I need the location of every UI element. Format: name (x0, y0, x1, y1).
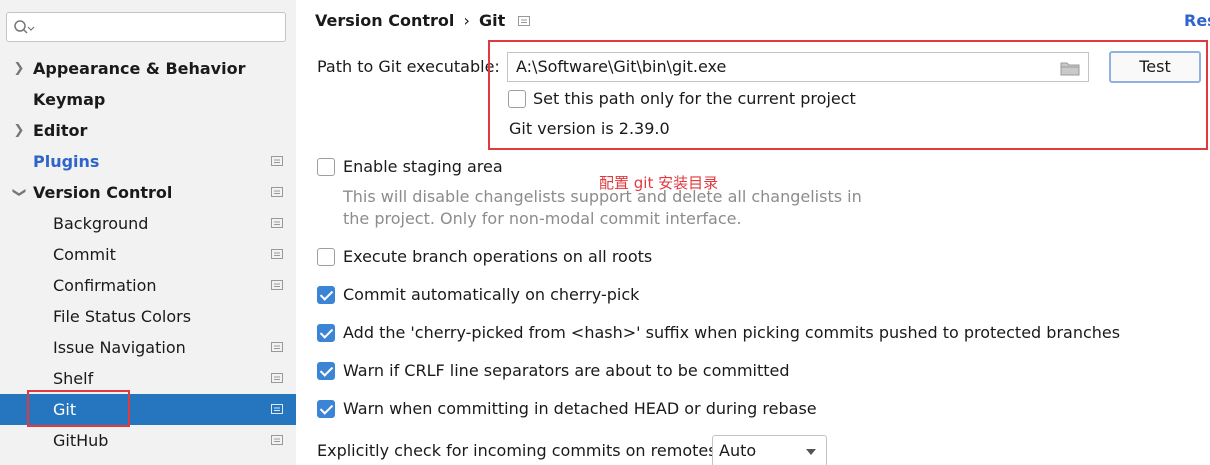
breadcrumb: Version Control › Git (315, 8, 531, 34)
sidebar-item-label: Issue Navigation (53, 338, 186, 357)
project-settings-icon (271, 249, 283, 259)
sidebar-item-label: Plugins (33, 152, 100, 171)
sidebar-item-label: Background (53, 214, 149, 233)
sidebar-item-label: File Status Colors (53, 307, 192, 326)
detached-head-checkbox[interactable] (317, 400, 335, 418)
branch-ops-checkbox[interactable] (317, 248, 335, 266)
breadcrumb-current: Git (478, 11, 506, 30)
sidebar-item-editor[interactable]: ❯ Editor (0, 115, 296, 146)
project-settings-icon (271, 342, 283, 352)
crlf-warning-label: Warn if CRLF line separators are about t… (343, 361, 790, 380)
chevron-down-icon (806, 449, 816, 455)
crlf-warning-checkbox[interactable] (317, 362, 335, 380)
project-settings-icon (271, 373, 283, 383)
search-input[interactable] (6, 12, 286, 42)
sidebar-item-github[interactable]: GitHub (0, 425, 296, 456)
cherry-commit-checkbox[interactable] (317, 286, 335, 304)
breadcrumb-separator: › (463, 11, 470, 30)
project-settings-icon (271, 187, 283, 197)
cherry-suffix-checkbox[interactable] (317, 324, 335, 342)
breadcrumb-parent[interactable]: Version Control (315, 11, 454, 30)
sidebar-item-label: GitHub (53, 431, 109, 450)
project-settings-icon (271, 280, 283, 290)
incoming-commits-label: Explicitly check for incoming commits on… (317, 441, 722, 460)
project-settings-icon (271, 404, 283, 414)
sidebar-item-label: Version Control (33, 183, 173, 202)
staging-area-description: the project. Only for non-modal commit i… (343, 209, 742, 228)
sidebar-item-plugins[interactable]: Plugins (0, 146, 296, 177)
annotation-note: 配置 git 安装目录 (599, 174, 719, 192)
path-label: Path to Git executable: (317, 57, 500, 76)
project-settings-icon (271, 218, 283, 228)
sidebar-item-background[interactable]: Background (0, 208, 296, 239)
project-settings-icon (271, 435, 283, 445)
sidebar-item-label: Appearance & Behavior (33, 59, 246, 78)
chevron-right-icon[interactable]: ❯ (12, 115, 26, 146)
staging-area-checkbox[interactable] (317, 158, 335, 176)
annotation-highlight-git-item (27, 390, 130, 427)
sidebar-item-version-control[interactable]: ❯ Version Control (0, 177, 296, 208)
sidebar-item-confirmation[interactable]: Confirmation (0, 270, 296, 301)
annotation-highlight-path (488, 40, 1208, 150)
sidebar-item-label: Confirmation (53, 276, 157, 295)
sidebar-item-issue-navigation[interactable]: Issue Navigation (0, 332, 296, 363)
settings-sidebar: ❯ Appearance & Behavior Keymap ❯ Editor … (0, 0, 296, 465)
cherry-suffix-label: Add the 'cherry-picked from <hash>' suff… (343, 323, 1121, 342)
sidebar-item-keymap[interactable]: Keymap (0, 84, 296, 115)
search-icon (14, 20, 35, 34)
chevron-down-icon[interactable]: ❯ (4, 186, 35, 200)
sidebar-item-label: Keymap (33, 90, 106, 109)
incoming-commits-select[interactable]: Auto (712, 435, 827, 465)
sidebar-item-commit[interactable]: Commit (0, 239, 296, 270)
sidebar-item-label: Editor (33, 121, 88, 140)
project-settings-icon (518, 16, 531, 26)
staging-area-label: Enable staging area (343, 157, 503, 176)
project-settings-icon (271, 156, 283, 166)
incoming-commits-value: Auto (719, 441, 757, 460)
reset-link[interactable]: Res (1184, 8, 1210, 34)
sidebar-item-appearance[interactable]: ❯ Appearance & Behavior (0, 53, 296, 84)
sidebar-item-label: Commit (53, 245, 116, 264)
detached-head-label: Warn when committing in detached HEAD or… (343, 399, 817, 418)
sidebar-item-file-status-colors[interactable]: File Status Colors (0, 301, 296, 332)
chevron-right-icon[interactable]: ❯ (12, 53, 26, 84)
branch-ops-label: Execute branch operations on all roots (343, 247, 653, 266)
cherry-commit-label: Commit automatically on cherry-pick (343, 285, 640, 304)
